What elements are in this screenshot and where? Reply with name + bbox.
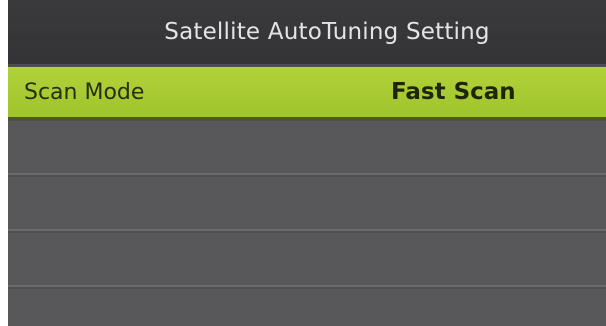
menu-title-bar: Satellite AutoTuning Setting [8,0,606,64]
tv-menu-screen: Satellite AutoTuning Setting Scan Mode F… [8,0,606,326]
empty-menu-row [8,233,606,287]
menu-item-label: Scan Mode [24,80,145,105]
menu-item-value[interactable]: Fast Scan [391,79,516,105]
menu-item-scan-mode[interactable]: Scan Mode Fast Scan [8,67,606,119]
empty-menu-row [8,289,606,326]
empty-menu-row [8,121,606,175]
empty-menu-row [8,177,606,231]
menu-title: Satellite AutoTuning Setting [164,19,490,45]
